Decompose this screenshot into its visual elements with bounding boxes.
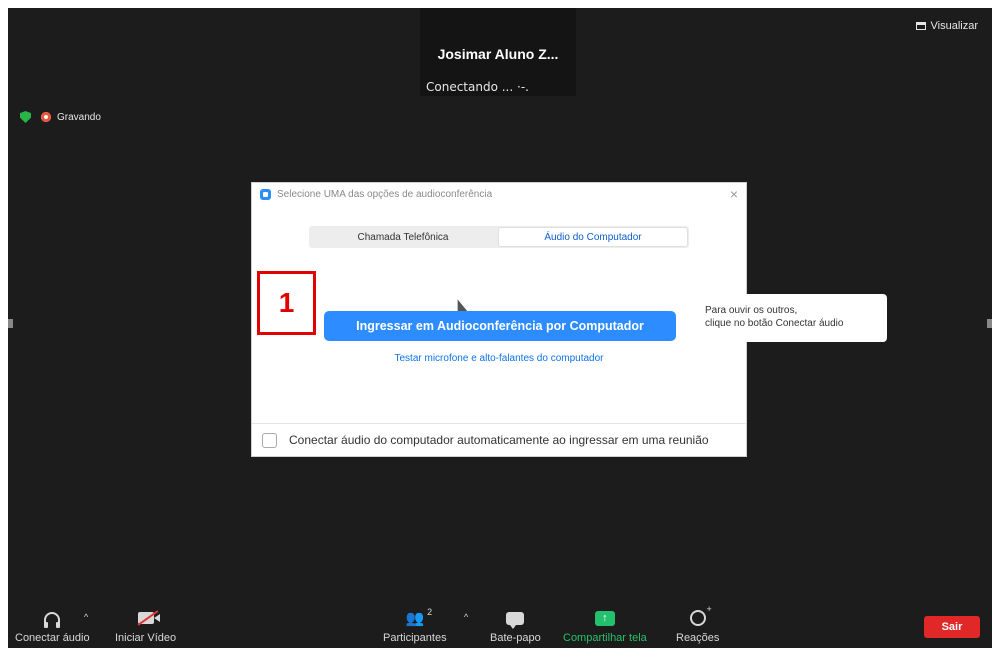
participants-options-caret-icon[interactable]: ^: [464, 612, 468, 622]
right-resize-handle[interactable]: [987, 319, 992, 328]
close-icon[interactable]: ×: [730, 186, 738, 202]
record-icon: [41, 112, 51, 122]
participant-video-tile[interactable]: Josimar Aluno Z... Conectando ... ·-.: [420, 8, 576, 96]
tooltip-line-1: Para ouvir os outros,: [705, 305, 798, 316]
leave-button[interactable]: Sair: [924, 616, 980, 638]
chat-button[interactable]: Bate-papo: [490, 607, 541, 644]
reactions-label: Reações: [676, 632, 720, 644]
auto-connect-checkbox[interactable]: [262, 432, 277, 448]
connect-audio-button[interactable]: Conectar áudio: [15, 607, 90, 644]
auto-connect-label: Conectar áudio do computador automaticam…: [289, 433, 709, 447]
participants-count: 2: [427, 607, 433, 617]
reactions-button[interactable]: Reações: [676, 604, 720, 644]
view-label: Visualizar: [930, 20, 979, 32]
reactions-icon: [689, 604, 712, 626]
view-button[interactable]: Visualizar: [915, 20, 979, 32]
participants-button[interactable]: 👥 2 Participantes: [383, 607, 447, 644]
test-speaker-mic-link[interactable]: Testar microfone e alto-falantes do comp…: [252, 353, 746, 364]
start-video-button[interactable]: Iniciar Vídeo: [115, 607, 176, 644]
recording-label: Gravando: [57, 111, 101, 123]
join-computer-audio-button[interactable]: Ingressar em Audioconferência por Comput…: [324, 311, 676, 341]
chat-icon: [506, 611, 525, 629]
participants-label: Participantes: [383, 632, 447, 644]
audio-options-caret-icon[interactable]: ^: [84, 612, 88, 622]
meeting-window: Josimar Aluno Z... Conectando ... ·-. Vi…: [8, 8, 992, 648]
video-off-icon: [137, 610, 160, 626]
zoom-logo-icon: [260, 189, 271, 200]
share-screen-icon: ↑: [594, 610, 615, 626]
dialog-footer: Conectar áudio do computador automaticam…: [252, 423, 746, 456]
participants-icon: 👥: [405, 610, 425, 627]
headphone-icon: [44, 612, 61, 628]
dialog-title: Selecione UMA das opções de audioconferê…: [277, 189, 493, 200]
share-screen-label: Compartilhar tela: [563, 632, 647, 644]
tab-phone-call[interactable]: Chamada Telefônica: [309, 226, 497, 248]
shield-icon[interactable]: [20, 111, 31, 123]
audio-tabs: Chamada Telefônica Áudio do Computador: [309, 226, 689, 248]
start-video-label: Iniciar Vídeo: [115, 632, 177, 644]
participant-name: Josimar Aluno Z...: [437, 46, 559, 62]
tab-computer-audio[interactable]: Áudio do Computador: [498, 227, 688, 247]
share-screen-button[interactable]: ↑ Compartilhar tela: [563, 607, 647, 644]
left-resize-handle[interactable]: [8, 319, 13, 328]
dialog-title-bar: Selecione UMA das opções de audioconferê…: [260, 189, 492, 200]
connect-audio-tooltip: Para ouvir os outros, clique no botão Co…: [679, 294, 887, 342]
step-marker: 1: [257, 271, 316, 335]
meeting-toolbar: Conectar áudio ^ Iniciar Vídeo 👥 2 Parti…: [8, 600, 992, 648]
chat-label: Bate-papo: [490, 632, 541, 644]
participant-status: Conectando ... ·-.: [426, 80, 529, 94]
view-grid-icon: [915, 22, 926, 30]
connect-audio-label: Conectar áudio: [15, 632, 90, 644]
recording-indicator[interactable]: Gravando: [41, 112, 101, 123]
audio-conference-dialog: Selecione UMA das opções de audioconferê…: [251, 182, 747, 457]
meeting-status-row: Gravando: [20, 111, 101, 123]
tooltip-line-2: clique no botão Conectar áudio: [705, 318, 844, 329]
